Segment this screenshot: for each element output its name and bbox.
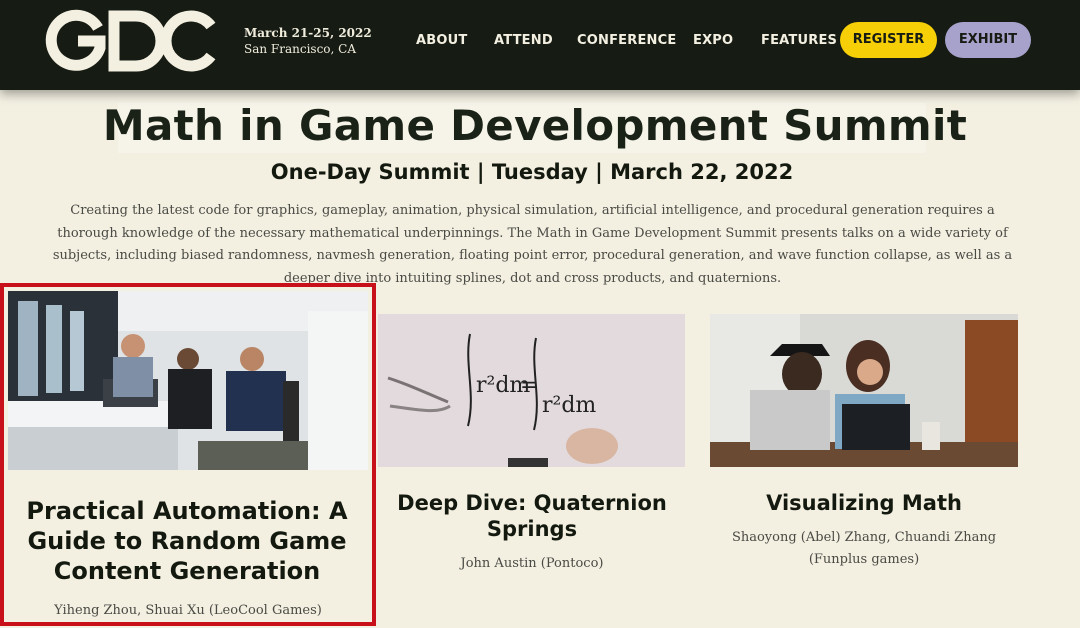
event-location: San Francisco, CA xyxy=(244,42,357,56)
talk-2-title[interactable]: Deep Dive: Quaternion Springs xyxy=(384,490,680,542)
nav-conference[interactable]: CONFERENCE xyxy=(577,33,676,48)
gdc-logo[interactable] xyxy=(44,8,219,74)
highlight-box xyxy=(0,283,376,626)
nav-features[interactable]: FEATURES xyxy=(761,33,837,48)
register-button[interactable]: REGISTER xyxy=(840,22,937,58)
page-subtitle: One-Day Summit | Tuesday | March 22, 202… xyxy=(270,160,794,184)
talk-3-speakers: Shaoyong (Abel) Zhang, Chuandi Zhang (Fu… xyxy=(731,530,997,567)
summit-description: Creating the latest code for graphics, g… xyxy=(52,203,1013,286)
page-title: Math in Game Development Summit xyxy=(102,101,968,150)
talk-2-photo[interactable]: r²dm = r²dm xyxy=(378,314,685,467)
talk-3-photo[interactable] xyxy=(710,314,1018,467)
nav-expo[interactable]: EXPO xyxy=(693,33,733,48)
site-header: March 21-25, 2022 San Francisco, CA ABOU… xyxy=(0,0,1080,90)
nav-about[interactable]: ABOUT xyxy=(416,33,467,48)
svg-text:r²dm: r²dm xyxy=(542,393,596,418)
exhibit-button[interactable]: EXHIBIT xyxy=(945,22,1031,58)
event-date: March 21-25, 2022 xyxy=(244,26,372,40)
talk-3-title[interactable]: Visualizing Math xyxy=(716,490,1012,516)
talk-2-speakers: John Austin (Pontoco) xyxy=(460,556,604,571)
nav-attend[interactable]: ATTEND xyxy=(494,33,553,48)
